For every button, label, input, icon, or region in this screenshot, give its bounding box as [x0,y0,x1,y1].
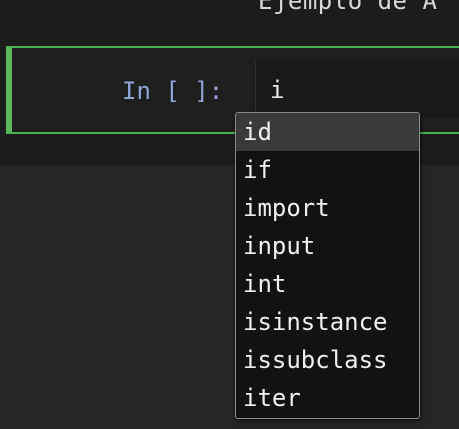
cell-prompt: In [ ]: [122,77,224,105]
autocomplete-item-input[interactable]: input [236,227,419,265]
code-input-text[interactable]: i [270,76,284,104]
notebook-page: Ejemplo de A In [ ]: i id if import inpu… [0,0,459,429]
autocomplete-item-id[interactable]: id [236,113,419,151]
autocomplete-item-import[interactable]: import [236,189,419,227]
autocomplete-item-issubclass[interactable]: issubclass [236,341,419,379]
autocomplete-item-isinstance[interactable]: isinstance [236,303,419,341]
autocomplete-item-if[interactable]: if [236,151,419,189]
autocomplete-item-iter[interactable]: iter [236,379,419,417]
code-input-area[interactable]: i [255,60,459,118]
autocomplete-dropdown[interactable]: id if import input int isinstance issubc… [235,112,420,419]
notebook-title-partial: Ejemplo de A [258,0,438,15]
autocomplete-item-int[interactable]: int [236,265,419,303]
